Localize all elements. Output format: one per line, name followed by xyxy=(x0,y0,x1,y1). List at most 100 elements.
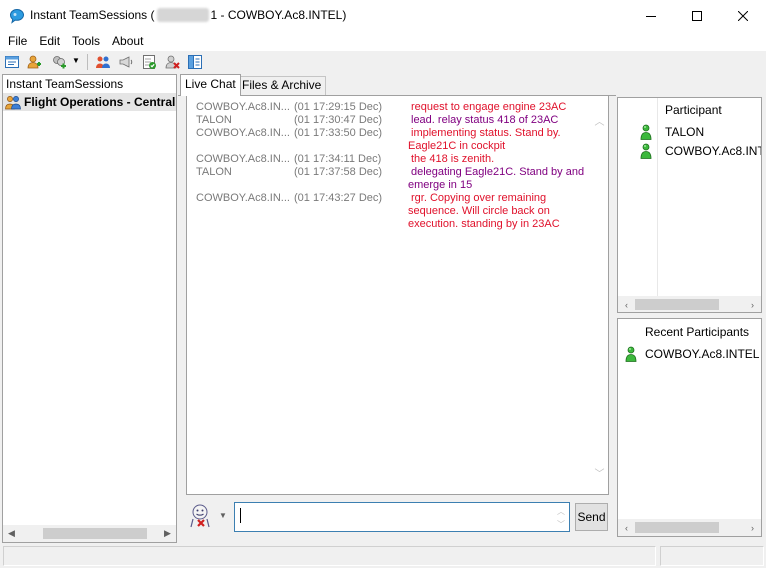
tree-horizontal-scrollbar[interactable]: ◀ ▶ xyxy=(3,525,176,542)
menu-file[interactable]: File xyxy=(2,31,33,51)
users-button[interactable] xyxy=(94,53,112,71)
sessions-tree-panel: Instant TeamSessions Flight Operations -… xyxy=(2,74,177,543)
message-text-line: execution. standing by in 23AC xyxy=(408,218,560,230)
redacted-block xyxy=(156,8,209,22)
minimize-button[interactable] xyxy=(628,0,674,31)
message-text: request to engage engine 23AC xyxy=(408,101,588,114)
recent-horizontal-scrollbar[interactable]: ‹ › xyxy=(618,519,761,536)
menu-edit[interactable]: Edit xyxy=(33,31,66,51)
message-text: lead. relay status 418 of 23AC xyxy=(408,114,588,127)
message-text: the 418 is zenith. xyxy=(408,153,588,166)
scroll-thumb[interactable] xyxy=(635,522,719,533)
checklist-icon xyxy=(143,55,156,69)
remove-user-icon xyxy=(165,55,180,69)
scroll-up-icon[interactable]: ︿ xyxy=(553,505,569,518)
message-sender: TALON xyxy=(196,114,232,126)
window-title-suffix: 1 - COWBOY.Ac8.INTEL) xyxy=(210,8,347,22)
message-input[interactable]: ︿ ﹀ xyxy=(234,502,570,532)
message-timestamp: (01 17:29:15 Dec) xyxy=(294,101,383,113)
status-pane-main xyxy=(3,546,656,566)
megaphone-icon xyxy=(119,56,133,68)
participant-row[interactable]: TALON xyxy=(618,123,761,141)
broadcast-button[interactable] xyxy=(117,53,135,71)
toolbar: ▼ xyxy=(0,51,766,73)
tab-files-archive[interactable]: Files & Archive xyxy=(237,76,327,95)
message-sender: TALON xyxy=(196,166,232,178)
window-title-prefix: Instant TeamSessions ( xyxy=(30,8,155,22)
input-vertical-scrollbar[interactable]: ︿ ﹀ xyxy=(553,504,569,531)
participants-horizontal-scrollbar[interactable]: ‹ › xyxy=(618,296,761,312)
text-caret xyxy=(240,508,241,523)
add-dropdown-arrow[interactable]: ▼ xyxy=(72,56,80,65)
maximize-icon xyxy=(692,10,702,21)
chat-vertical-scrollbar[interactable]: ︿ ﹀ xyxy=(591,96,608,494)
scroll-up-icon[interactable]: ︿ xyxy=(591,112,608,129)
message-timestamp: (01 17:37:58 Dec) xyxy=(294,166,383,178)
emoticon-button[interactable] xyxy=(189,503,215,529)
chat-log-panel: COWBOY.Ac8.IN... (01 17:29:15 Dec) request… xyxy=(186,95,609,495)
new-session-button[interactable] xyxy=(3,53,21,71)
scroll-thumb[interactable] xyxy=(635,299,719,310)
participants-panel: Participant TALON COWBOY.Ac8.INTEL ‹ › xyxy=(617,97,762,313)
message-text-line: lead. relay status 418 of 23AC xyxy=(411,114,559,126)
message-text-line: delegating Eagle21C. Stand by and xyxy=(411,166,585,178)
scroll-left-icon[interactable]: ‹ xyxy=(618,519,635,536)
toolbar-separator xyxy=(87,54,88,70)
message-timestamp: (01 17:33:50 Dec) xyxy=(294,127,383,139)
recent-participants-header[interactable]: Recent Participants xyxy=(645,325,749,339)
scroll-down-icon[interactable]: ﹀ xyxy=(553,518,569,531)
tree-item-flight-operations[interactable]: Flight Operations - Central xyxy=(3,94,176,111)
recent-participants-panel: Recent Participants COWBOY.Ac8.INTEL ‹ › xyxy=(617,318,762,537)
send-button[interactable]: Send xyxy=(575,503,608,531)
remove-user-button[interactable] xyxy=(163,53,181,71)
participants-header[interactable]: Participant xyxy=(665,103,722,117)
message-text: delegating Eagle21C. Stand by and emerge … xyxy=(408,166,588,192)
tab-live-chat[interactable]: Live Chat xyxy=(180,74,241,96)
add-group-button[interactable] xyxy=(50,53,68,71)
scroll-right-icon[interactable]: › xyxy=(744,296,761,312)
maximize-button[interactable] xyxy=(674,0,720,31)
close-button[interactable] xyxy=(720,0,766,31)
scroll-thumb[interactable] xyxy=(43,528,147,539)
message-sender: COWBOY.Ac8.IN... xyxy=(196,127,290,139)
message-text-line: rgr. Copying over remaining xyxy=(411,192,547,204)
session-window-icon xyxy=(5,56,19,68)
message-text: rgr. Copying over remaining sequence. Wil… xyxy=(408,192,588,231)
status-bar xyxy=(0,544,766,568)
title-bar[interactable]: Instant TeamSessions ( 1 - COWBOY.Ac8.INT… xyxy=(0,0,766,31)
scroll-down-icon[interactable]: ﹀ xyxy=(591,464,608,481)
panel-layout-icon xyxy=(188,55,202,69)
scroll-right-icon[interactable]: › xyxy=(744,519,761,536)
add-user-button[interactable] xyxy=(25,53,43,71)
emoticon-dropdown-arrow[interactable]: ▼ xyxy=(219,511,229,521)
scroll-left-icon[interactable]: ◀ xyxy=(3,525,20,542)
toggle-panel-button[interactable] xyxy=(186,53,204,71)
message-text-line: the 418 is zenith. xyxy=(411,153,495,165)
online-user-icon xyxy=(640,143,652,159)
add-group-icon xyxy=(53,56,66,69)
chat-bubble-icon xyxy=(9,8,25,24)
tree-header: Instant TeamSessions xyxy=(3,75,176,94)
menu-about[interactable]: About xyxy=(106,31,149,51)
message-text-line: Eagle21C in cockpit xyxy=(408,140,506,152)
group-icon xyxy=(5,96,21,110)
message-sender: COWBOY.Ac8.IN... xyxy=(196,101,290,113)
approve-button[interactable] xyxy=(140,53,158,71)
message-text-line: sequence. Will circle back on xyxy=(408,205,550,217)
participant-row[interactable]: COWBOY.Ac8.INTEL xyxy=(618,345,761,363)
close-icon xyxy=(738,10,748,21)
scroll-right-icon[interactable]: ▶ xyxy=(159,525,176,542)
message-text-line: emerge in 15 xyxy=(408,179,473,191)
participant-row[interactable]: COWBOY.Ac8.INTEL xyxy=(618,142,761,160)
participant-name: TALON xyxy=(665,125,705,139)
online-user-icon xyxy=(625,346,637,362)
window-title: Instant TeamSessions ( 1 - COWBOY.Ac8.INT… xyxy=(30,8,346,22)
online-user-icon xyxy=(640,124,652,140)
menu-tools[interactable]: Tools xyxy=(66,31,106,51)
message-text-line: request to engage engine 23AC xyxy=(411,101,567,113)
scroll-left-icon[interactable]: ‹ xyxy=(618,296,635,312)
message-text: implementing status. Stand by. Eagle21C i… xyxy=(408,127,588,153)
minimize-icon xyxy=(646,15,656,17)
participant-name: COWBOY.Ac8.INTEL xyxy=(645,347,760,361)
participant-name: COWBOY.Ac8.INTEL xyxy=(665,144,761,158)
